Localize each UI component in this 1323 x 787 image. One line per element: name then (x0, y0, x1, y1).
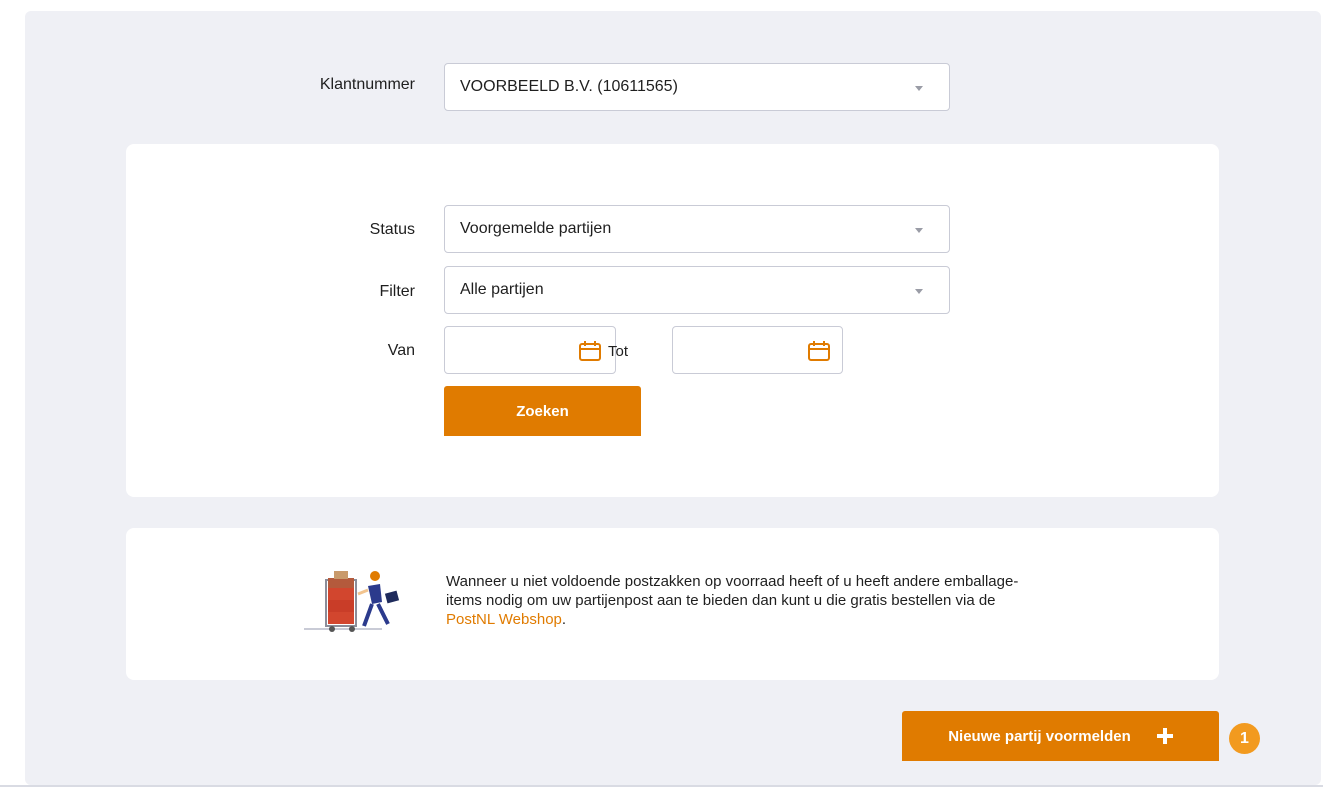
chevron-down-icon (915, 86, 923, 91)
info-line-2: items nodig om uw partijenpost aan te bi… (446, 592, 996, 609)
status-label: Status (369, 221, 415, 238)
from-label: Van (387, 342, 415, 359)
chevron-down-icon (915, 289, 923, 294)
status-value: Voorgemelde partijen (460, 220, 612, 237)
status-select[interactable]: Voorgemelde partijen (444, 205, 950, 253)
filter-label: Filter (379, 283, 415, 300)
info-text: Wanneer u niet voldoende postzakken op v… (446, 572, 1186, 629)
filter-value: Alle partijen (460, 281, 544, 298)
to-date-input[interactable] (672, 326, 843, 374)
klantnummer-label: Klantnummer (319, 76, 415, 93)
klantnummer-value: VOORBEELD B.V. (10611565) (460, 78, 678, 95)
step-badge: 1 (1229, 723, 1260, 754)
new-partij-button[interactable]: Nieuwe partij voormelden (902, 711, 1219, 761)
calendar-icon[interactable] (807, 340, 831, 362)
to-label: Tot (607, 343, 628, 360)
search-button[interactable]: Zoeken (444, 386, 641, 436)
chevron-down-icon (915, 228, 923, 233)
postbags-trolley-illustration (304, 571, 400, 632)
plus-icon (1156, 728, 1173, 744)
info-line-1: Wanneer u niet voldoende postzakken op v… (446, 573, 1019, 590)
klantnummer-select[interactable]: VOORBEELD B.V. (10611565) (444, 63, 950, 111)
info-suffix: . (561, 611, 567, 628)
new-partij-label: Nieuwe partij voormelden (948, 727, 1131, 745)
filter-select[interactable]: Alle partijen (444, 266, 950, 314)
webshop-link[interactable]: PostNL Webshop (446, 611, 562, 628)
search-card (126, 144, 1219, 497)
